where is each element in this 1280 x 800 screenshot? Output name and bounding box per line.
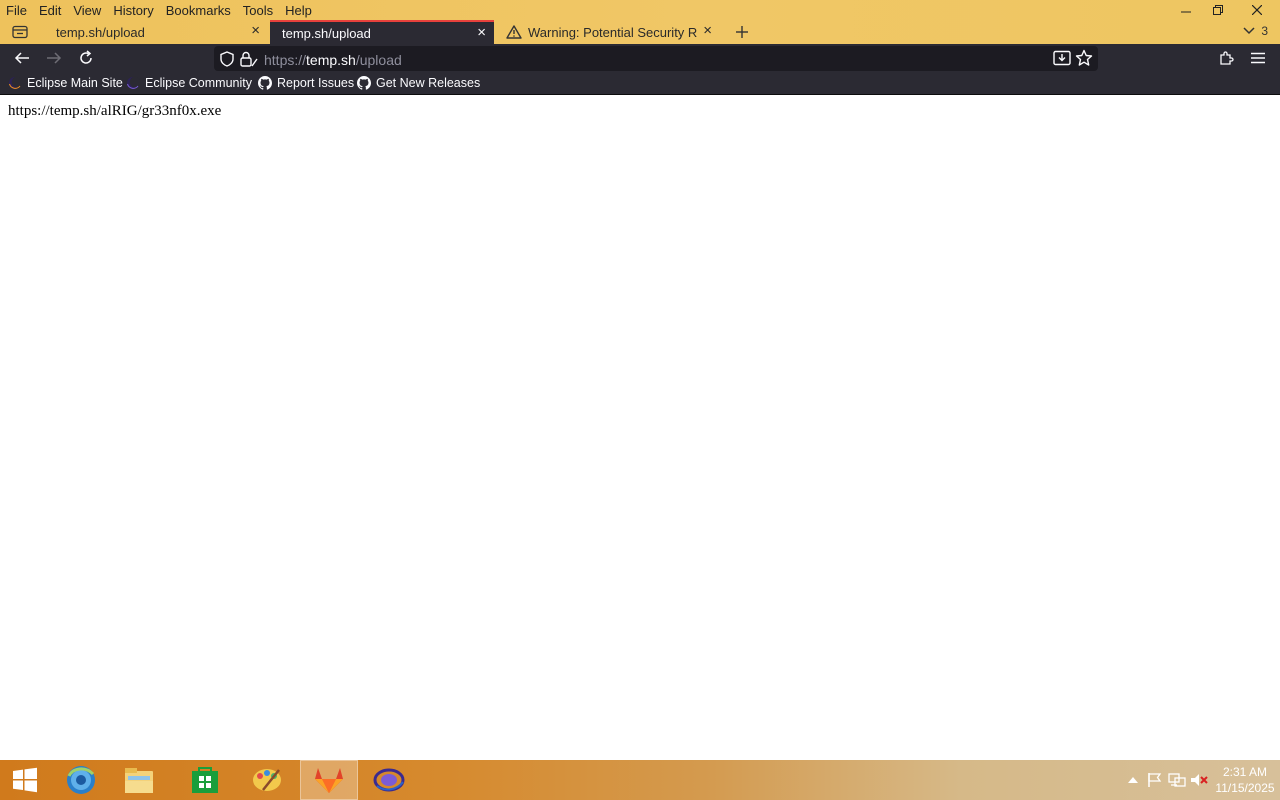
reload-button[interactable] <box>75 47 97 69</box>
network-button[interactable] <box>1166 760 1188 800</box>
windows-taskbar: 2:31 AM 11/15/2025 <box>0 760 1280 800</box>
clock-time: 2:31 AM <box>1222 765 1268 779</box>
restore-icon <box>1213 5 1223 15</box>
hamburger-menu-icon <box>1251 52 1265 64</box>
download-tray-icon <box>1053 50 1071 66</box>
taskbar-file-explorer[interactable] <box>110 760 168 800</box>
url-path: /upload <box>355 52 402 68</box>
plus-icon <box>736 26 748 38</box>
chevron-up-icon <box>1128 777 1138 783</box>
clock-date: 11/15/2025 <box>1215 781 1275 795</box>
menu-bookmarks[interactable]: Bookmarks <box>160 0 237 20</box>
tab-title: temp.sh/upload <box>56 24 145 40</box>
minimize-icon <box>1181 11 1191 13</box>
bookmark-report-issues[interactable]: Report Issues <box>258 75 354 91</box>
window-controls <box>1170 0 1280 20</box>
app-menu-button[interactable] <box>1247 47 1269 69</box>
eclipse-app-icon <box>373 768 405 792</box>
tab-title: Warning: Potential Security Risk <box>528 24 698 40</box>
bookmark-label: Report Issues <box>277 76 355 90</box>
upload-result-url[interactable]: https://temp.sh/alRIG/gr33nf0x.exe <box>8 103 221 120</box>
clock[interactable]: 2:31 AM 11/15/2025 <box>1210 764 1280 796</box>
store-icon <box>192 767 218 793</box>
menu-view[interactable]: View <box>67 0 107 20</box>
extensions-button[interactable] <box>1215 47 1237 69</box>
tab-close-icon[interactable]: × <box>251 23 260 38</box>
taskbar-gitlab[interactable] <box>300 760 358 800</box>
restore-button[interactable] <box>1202 0 1234 20</box>
bookmark-label: Eclipse Main Site <box>27 76 123 90</box>
tab-strip: temp.sh/upload × temp.sh/upload × Warnin… <box>0 20 1280 44</box>
taskbar-browser[interactable] <box>52 760 110 800</box>
eclipse-icon <box>9 76 22 89</box>
back-button[interactable] <box>11 47 33 69</box>
forward-arrow-icon <box>47 52 62 64</box>
lock-icon[interactable] <box>240 51 258 67</box>
browser-titlebar: File Edit View History Bookmarks Tools H… <box>0 0 1280 44</box>
action-center-button[interactable] <box>1144 760 1166 800</box>
github-icon <box>258 76 272 90</box>
reload-icon <box>80 50 92 64</box>
network-icon <box>1168 773 1186 787</box>
github-icon <box>357 76 371 90</box>
browser-icon <box>67 766 95 794</box>
taskbar-paint[interactable] <box>238 760 296 800</box>
tab-close-icon[interactable]: × <box>477 25 486 40</box>
gitlab-icon <box>315 768 343 793</box>
tab-close-icon[interactable]: × <box>703 23 712 38</box>
tab-temp-sh-upload-2[interactable]: temp.sh/upload × <box>270 20 494 44</box>
tab-security-warning[interactable]: Warning: Potential Security Risk × <box>496 20 720 44</box>
list-all-tabs-button[interactable]: 3 <box>1243 24 1268 38</box>
taskbar-eclipse[interactable] <box>360 760 418 800</box>
file-explorer-icon <box>125 768 153 793</box>
start-button[interactable] <box>0 760 50 800</box>
tab-count: 3 <box>1261 24 1268 38</box>
forward-button[interactable] <box>43 47 65 69</box>
system-tray: 2:31 AM 11/15/2025 <box>1122 760 1280 800</box>
start-icon <box>13 767 37 793</box>
bookmark-star-button[interactable] <box>1073 47 1095 69</box>
menu-tools[interactable]: Tools <box>237 0 279 20</box>
flag-icon <box>1148 773 1162 787</box>
url-bar[interactable]: https://temp.sh/upload <box>214 46 1098 71</box>
star-icon <box>1075 49 1093 66</box>
navigation-toolbar: https://temp.sh/upload <box>0 44 1280 72</box>
taskbar-store[interactable] <box>176 760 234 800</box>
firefox-view-button[interactable] <box>8 20 32 44</box>
shield-icon[interactable] <box>220 51 234 67</box>
bookmark-eclipse-main-site[interactable]: Eclipse Main Site <box>8 75 123 91</box>
tab-title: temp.sh/upload <box>282 25 371 41</box>
bookmarks-toolbar: Eclipse Main Site Eclipse Community Repo… <box>0 72 1280 95</box>
url-text[interactable]: https://temp.sh/upload <box>264 52 402 68</box>
menu-history[interactable]: History <box>107 0 159 20</box>
menu-help[interactable]: Help <box>279 0 318 20</box>
bookmark-label: Eclipse Community <box>145 76 252 90</box>
menu-file[interactable]: File <box>0 0 33 20</box>
url-host: temp.sh <box>306 52 356 68</box>
menu-edit[interactable]: Edit <box>33 0 67 20</box>
show-hidden-icons-button[interactable] <box>1122 760 1144 800</box>
volume-muted-icon <box>1191 774 1208 786</box>
bookmark-eclipse-community[interactable]: Eclipse Community <box>126 75 252 91</box>
back-arrow-icon <box>14 52 29 64</box>
new-tab-button[interactable] <box>730 20 754 44</box>
chevron-down-icon <box>1243 27 1255 35</box>
menu-bar: File Edit View History Bookmarks Tools H… <box>0 0 318 20</box>
close-icon <box>1252 5 1262 15</box>
bookmark-get-new-releases[interactable]: Get New Releases <box>357 75 480 91</box>
tab-temp-sh-upload-1[interactable]: temp.sh/upload × <box>44 20 268 44</box>
page-content: https://temp.sh/alRIG/gr33nf0x.exe <box>0 95 1280 760</box>
bookmark-label: Get New Releases <box>376 76 481 90</box>
install-page-button[interactable] <box>1051 47 1073 69</box>
warning-icon <box>506 25 522 39</box>
close-window-button[interactable] <box>1234 0 1280 20</box>
minimize-button[interactable] <box>1170 0 1202 20</box>
puzzle-icon <box>1220 51 1234 65</box>
volume-button[interactable] <box>1188 760 1210 800</box>
firefox-view-icon <box>12 25 28 39</box>
eclipse-icon <box>127 76 140 89</box>
paint-icon <box>253 769 281 791</box>
url-scheme: https:// <box>264 52 307 68</box>
